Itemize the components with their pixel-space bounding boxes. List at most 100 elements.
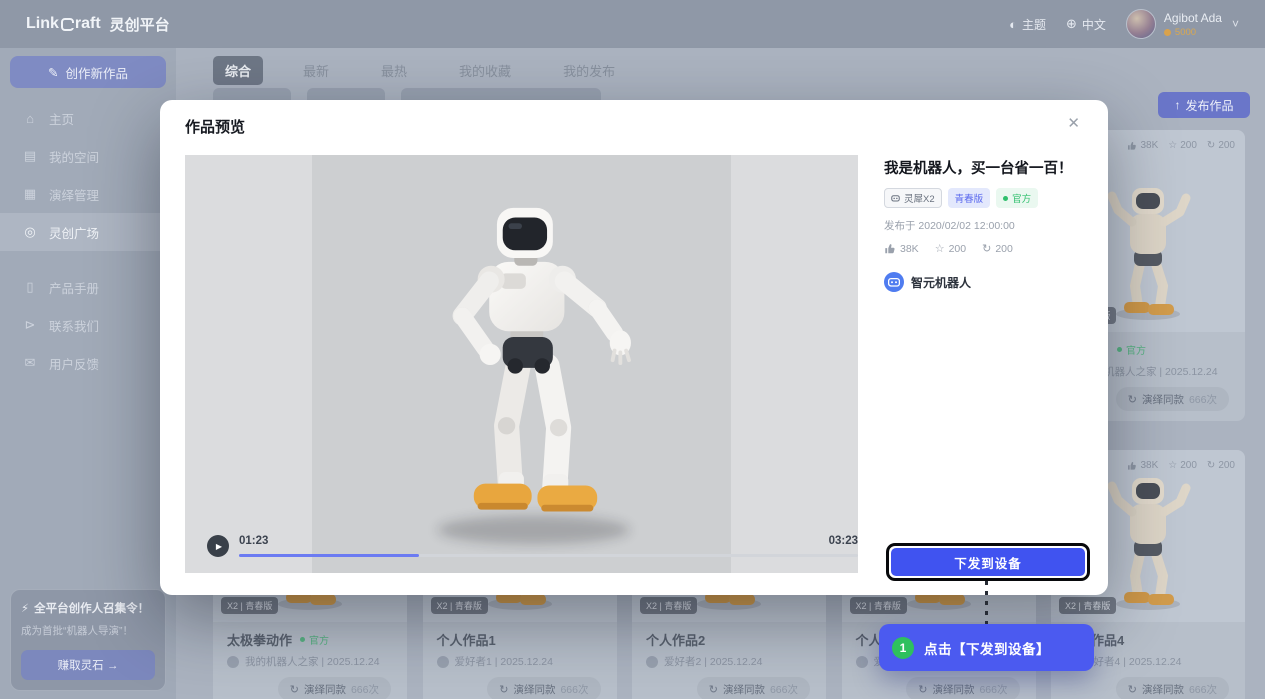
sidebar-item-label: 演绎管理 [49, 185, 99, 204]
publish-date: 发布于 2020/02/02 12:00:00 [884, 218, 1090, 233]
user-menu[interactable]: Agibot Ada 5000 ˅ [1126, 9, 1239, 39]
language-switcher[interactable]: ⊕中文 [1066, 16, 1106, 33]
author-avatar [437, 656, 449, 668]
star-icon: ☆ [1168, 460, 1177, 471]
reuse-icon: ↻ [499, 683, 508, 696]
sidebar-item-label: 产品手册 [49, 278, 99, 297]
model-chip: X2 | 青春版 [221, 597, 278, 614]
progress-bar[interactable] [239, 554, 858, 557]
sidebar-divider [0, 251, 176, 268]
card-author-meta: 爱好者2 | 2025.12.24 [646, 654, 812, 669]
sort-tab-1[interactable]: 最新 [291, 56, 341, 85]
work-badges: 灵犀X2 青春版 官方 [884, 188, 1090, 208]
close-icon[interactable]: ✕ [1067, 116, 1080, 131]
sidebar-item-2[interactable]: ▦ 演绎管理 [0, 175, 176, 213]
official-badge: 官方 [1117, 342, 1146, 357]
sidebar-menu: ⌂ 主页 ▤ 我的空间 ▦ 演绎管理 ◎ 灵创广场 ▯产品手册⊳联系我们 ✉ 用户反馈 [0, 99, 176, 382]
progress-fill [239, 554, 419, 557]
play-icon: ▶ [216, 542, 222, 551]
card-title: 太极拳动作 [227, 630, 292, 649]
reuse-icon: ↻ [1207, 140, 1215, 151]
sidebar-item-4[interactable]: ▯产品手册 [0, 268, 176, 306]
green-dot-icon [300, 637, 305, 642]
sidebar-item-1[interactable]: ▤ 我的空间 [0, 137, 176, 175]
reuse-icon: ↻ [918, 683, 927, 696]
likes-stat: 38K [884, 243, 919, 255]
space-icon: ▤ [22, 148, 38, 164]
pencil-icon: ✎ [48, 65, 58, 80]
progress-area: 01:23 03:23 [239, 535, 858, 557]
publish-work-button[interactable]: ↑ 发布作品 [1158, 92, 1250, 118]
deploy-to-device-button[interactable]: 下发到设备 [891, 548, 1085, 576]
card-title: 个人作品1 [437, 630, 496, 649]
user-name: Agibot Ada [1164, 11, 1222, 25]
topbar-right: ◐主题 ⊕中文 Agibot Ada 5000 ˅ [1009, 9, 1239, 39]
earn-gems-button[interactable]: 赚取灵石 → [21, 650, 155, 680]
theme-toggle[interactable]: ◐主题 [1009, 16, 1046, 33]
sort-tabs: 综合最新最热我的收藏我的发布 [213, 56, 627, 85]
reuse-icon: ↻ [1128, 393, 1137, 406]
step-number-badge: 1 [892, 637, 914, 659]
robot-3d-render [319, 177, 724, 573]
sidebar-item-label: 我的空间 [49, 147, 99, 166]
reuse-pill[interactable]: ↻演绎同款666次 [278, 677, 391, 699]
modal-title: 作品预览 [185, 116, 245, 137]
feedback-icon: ✉ [22, 355, 38, 371]
work-title: 我是机器人，买一台省一百！ [884, 157, 1090, 178]
play-button[interactable]: ▶ [207, 535, 229, 557]
reuse-pill[interactable]: ↻演绎同款666次 [697, 677, 810, 699]
total-time: 03:23 [829, 535, 858, 547]
reuse-pill[interactable]: ↻演绎同款666次 [1116, 387, 1229, 411]
logo-icon [61, 18, 74, 31]
thumbs-up-icon [1127, 141, 1137, 151]
plaza-icon: ◎ [22, 224, 38, 240]
author-avatar [227, 656, 239, 668]
logo-text-left: Link [26, 15, 59, 33]
author-row[interactable]: 智元机器人 [884, 272, 1090, 292]
card-body: 个人作品1 爱好者1 | 2025.12.24 ↻演绎同款666次 [423, 622, 617, 699]
tutorial-callout: 1 点击【下发到设备】 [879, 624, 1094, 671]
card-stats: 38K☆200↻200 [1127, 460, 1235, 471]
home-icon: ⌂ [22, 111, 38, 126]
logo-chinese-name: 灵创平台 [110, 14, 170, 35]
create-new-work-button[interactable]: ✎ 创作新作品 [10, 56, 166, 88]
official-badge: 官方 [300, 632, 329, 647]
model-chip: X2 | 青春版 [1059, 597, 1116, 614]
reuse-pill[interactable]: ↻演绎同款666次 [906, 677, 1019, 699]
chevron-down-icon: ˅ [1232, 17, 1239, 31]
card-stats: 38K☆200↻200 [1127, 140, 1235, 151]
sidebar-item-label: 用户反馈 [49, 354, 99, 373]
reuse-icon: ↻ [709, 683, 718, 696]
sidebar-item-label: 主页 [49, 109, 74, 128]
sidebar-item-0[interactable]: ⌂ 主页 [0, 99, 176, 137]
reuse-icon: ↻ [982, 242, 991, 255]
sort-tab-4[interactable]: 我的发布 [551, 56, 627, 85]
upload-icon: ↑ [1174, 98, 1180, 112]
sidebar-item-6[interactable]: ✉ 用户反馈 [0, 344, 176, 382]
author-avatar [646, 656, 658, 668]
creator-promo-card: ⚡全平台创作人召集令！ 成为首批“机器人导演”！ 赚取灵石 → [10, 589, 166, 691]
sidebar-item-5[interactable]: ⊳联系我们 [0, 306, 176, 344]
sidebar-item-label: 灵创广场 [49, 223, 99, 242]
video-controls: ▶ 01:23 03:23 [207, 535, 858, 557]
sort-tab-2[interactable]: 最热 [369, 56, 419, 85]
sort-tab-0[interactable]: 综合 [213, 56, 263, 85]
stars-stat: ☆200 [935, 242, 966, 255]
model-chip: X2 | 青春版 [640, 597, 697, 614]
card-body: 个人作品2爱好者2 | 2025.12.24↻演绎同款666次 [632, 622, 826, 699]
avatar [1126, 9, 1156, 39]
perform-icon: ▦ [22, 186, 38, 202]
official-badge: 官方 [996, 188, 1038, 208]
sort-tab-3[interactable]: 我的收藏 [447, 56, 523, 85]
reuse-pill[interactable]: ↻演绎同款666次 [487, 677, 600, 699]
card-author-meta: 爱好者1 | 2025.12.24 [437, 654, 603, 669]
reuse-pill[interactable]: ↻演绎同款666次 [1116, 677, 1229, 699]
theme-icon: ◐ [1009, 17, 1017, 32]
card-body: 太极拳动作官方我的机器人之家 | 2025.12.24↻演绎同款666次 [213, 622, 407, 699]
thumbs-up-icon [1127, 461, 1137, 471]
top-bar: Linkraft 灵创平台 ◐主题 ⊕中文 Agibot Ada 5000 ˅ [0, 0, 1265, 48]
cta-highlight-ring: 下发到设备 [886, 543, 1090, 581]
sidebar-item-3[interactable]: ◎ 灵创广场 [0, 213, 176, 251]
author-avatar [856, 656, 868, 668]
video-frame [312, 155, 731, 573]
